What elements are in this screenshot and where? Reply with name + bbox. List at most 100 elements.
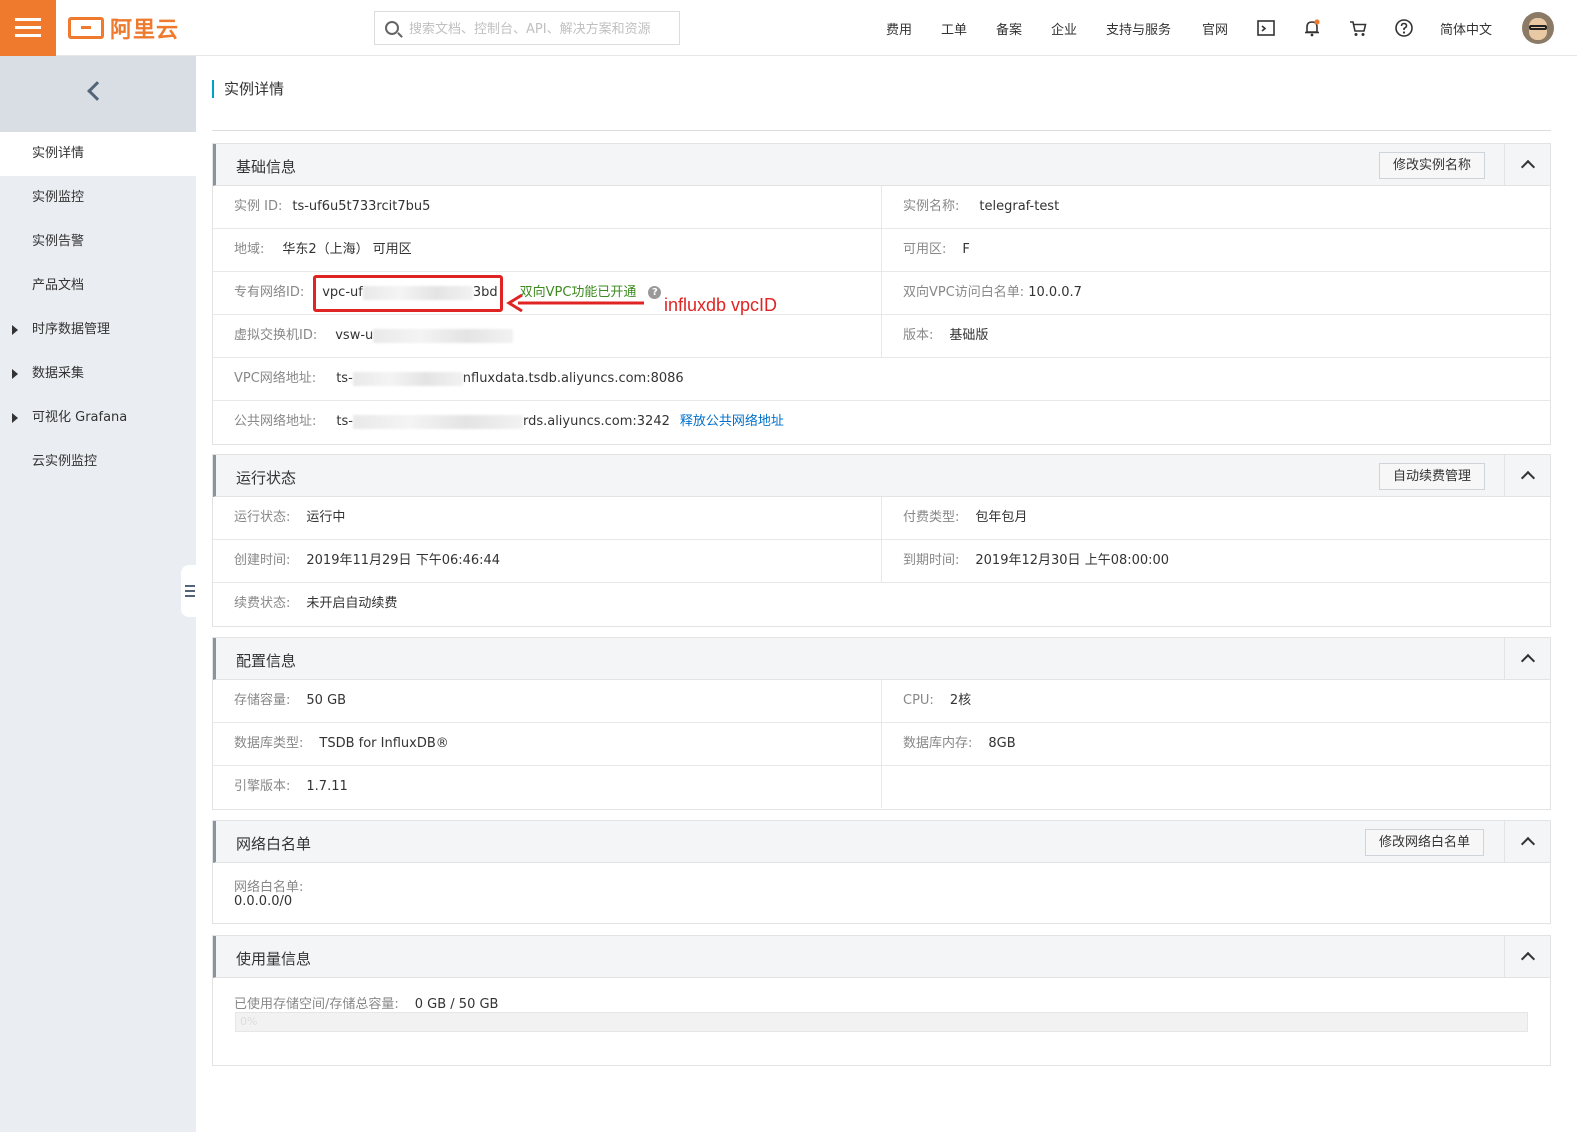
logo-text: 阿里云 [110,18,180,43]
panel-header: 基础信息 修改实例名称 [213,144,1550,186]
release-public-address-link[interactable]: 释放公共网络地址 [680,414,784,429]
field-label: 创建时间: [234,553,291,568]
nav-enterprise[interactable]: 企业 [1051,19,1077,38]
edit-whitelist-button[interactable]: 修改网络白名单 [1365,829,1485,856]
vpc-whitelist-value: 10.0.0.7 [1028,285,1082,300]
aliyun-logo[interactable]: 阿里云 [68,14,180,43]
field-label: 双向VPC访问白名单: [903,285,1025,300]
panel-header: 使用量信息 [213,936,1550,978]
nav-fee[interactable]: 费用 [886,19,912,38]
language-switch[interactable]: 简体中文 [1440,19,1492,38]
field-label: 续费状态: [234,596,291,611]
panel-config: 配置信息 存储容量: 50 GB CPU: 2核 数据库类型: TSDB for In… [212,637,1551,810]
panel-header: 网络白名单 修改网络白名单 [213,821,1550,863]
top-navbar: 阿里云 费用 工单 备案 企业 支持与服务 官网 简体中文 [0,0,1577,56]
sidebar-item-instance-monitor[interactable]: 实例监控 [0,176,196,220]
nav-official-site[interactable]: 官网 [1202,19,1228,38]
panel-usage: 使用量信息 已使用存储空间/存储总容量: 0 GB / 50 GB 0% [212,935,1551,1066]
sidebar-item-collect[interactable]: 数据采集 [0,352,196,396]
created-value: 2019年11月29日 下午06:46:44 [306,553,501,568]
chevron-left-icon[interactable] [87,81,107,101]
sidebar-item-instance-alarm[interactable]: 实例告警 [0,220,196,264]
field-label: 公共网络地址: [234,414,317,429]
region-value: 华东2（上海） [282,242,369,257]
field-label: 实例 ID: [234,199,283,214]
field-label: 数据库类型: [234,736,304,751]
annotation-highlight-box [313,275,503,312]
pay-type-value: 包年包月 [975,510,1028,525]
terminal-icon[interactable] [1256,18,1276,38]
panel-whitelist: 网络白名单 修改网络白名单 网络白名单: 0.0.0.0/0 [212,820,1551,924]
bell-icon[interactable] [1302,18,1322,38]
public-addr-prefix: ts- [336,414,353,429]
redacted-blur [352,414,523,429]
usage-value: 0 GB / 50 GB [414,997,499,1012]
renew-value: 未开启自动续费 [306,596,398,611]
caret-right-icon [12,413,18,423]
chevron-up-icon[interactable] [1504,455,1550,496]
field-label: VPC网络地址: [234,371,317,386]
sidebar-item-ts-data[interactable]: 时序数据管理 [0,308,196,352]
field-label: 可用区: [903,242,947,257]
chevron-up-icon[interactable] [1504,936,1550,977]
search-box[interactable] [374,11,680,45]
annotation-arrow-icon [506,293,644,312]
rename-instance-button[interactable]: 修改实例名称 [1379,152,1486,179]
cpu-value: 2核 [949,693,972,708]
progress-percent: 0% [240,1015,258,1028]
help-icon[interactable]: ? [648,286,662,299]
sidebar: 实例详情 实例监控 实例告警 产品文档 时序数据管理 数据采集 可视化 Graf… [0,56,196,1132]
chevron-up-icon[interactable] [1504,144,1550,185]
panel-header: 运行状态 自动续费管理 [213,455,1550,497]
usage-label: 已使用存储空间/存储总容量: [234,997,399,1012]
storage-value: 50 GB [306,693,347,708]
usage-progress-bar: 0% [235,1012,1528,1032]
nav-support[interactable]: 支持与服务 [1106,19,1171,38]
field-label: CPU: [903,693,934,708]
sidebar-back[interactable] [0,56,196,132]
sidebar-item-instance-detail[interactable]: 实例详情 [0,132,196,176]
auto-renew-button[interactable]: 自动续费管理 [1379,463,1486,490]
field-label: 版本: [903,328,934,343]
user-avatar[interactable] [1522,12,1554,44]
caret-right-icon [12,369,18,379]
vpc-addr-suffix: nfluxdata.tsdb.aliyuncs.com:8086 [462,371,684,386]
version-value: 基础版 [949,328,989,343]
chevron-up-icon[interactable] [1504,638,1550,679]
panel-title: 运行状态 [236,469,297,487]
caret-right-icon [12,325,18,335]
search-input[interactable] [409,18,669,40]
instance-name-value: telegraf-test [979,199,1060,214]
whitelist-label: 网络白名单: [234,880,304,895]
field-label: 数据库内存: [903,736,973,751]
aliyun-logo-icon [68,17,104,39]
cart-icon[interactable] [1348,18,1368,38]
nav-ticket[interactable]: 工单 [941,19,967,38]
hamburger-menu-icon[interactable] [0,0,56,56]
chevron-up-icon[interactable] [1504,821,1550,862]
zone-suffix: 可用区 [372,242,412,257]
engine-value: 1.7.11 [306,779,348,794]
panel-title: 配置信息 [236,652,297,670]
sidebar-item-cloud-monitor[interactable]: 云实例监控 [0,440,196,484]
field-label: 虚拟交换机ID: [234,328,318,343]
nav-icp[interactable]: 备案 [996,19,1022,38]
expire-value: 2019年12月30日 上午08:00:00 [975,553,1170,568]
field-label: 付费类型: [903,510,960,525]
memory-value: 8GB [988,736,1016,751]
sidebar-item-grafana[interactable]: 可视化 Grafana [0,396,196,440]
field-label: 运行状态: [234,510,291,525]
public-addr-suffix: rds.aliyuncs.com:3242 [522,414,670,429]
sidebar-item-docs[interactable]: 产品文档 [0,264,196,308]
dbtype-value: TSDB for InfluxDB® [319,736,449,751]
instance-id-value: ts-uf6u5t733rcit7bu5 [292,199,431,214]
field-label: 地域: [234,242,265,257]
sidebar-collapse-toggle[interactable] [181,565,197,617]
field-label: 存储容量: [234,693,291,708]
panel-title: 网络白名单 [236,835,312,853]
field-label: 实例名称: [903,199,960,214]
search-icon[interactable] [385,21,399,35]
panel-title: 使用量信息 [236,950,312,968]
help-icon[interactable] [1394,18,1414,38]
panel-runtime: 运行状态 自动续费管理 运行状态: 运行中 付费类型: 包年包月 创建时间: 2019… [212,454,1551,627]
